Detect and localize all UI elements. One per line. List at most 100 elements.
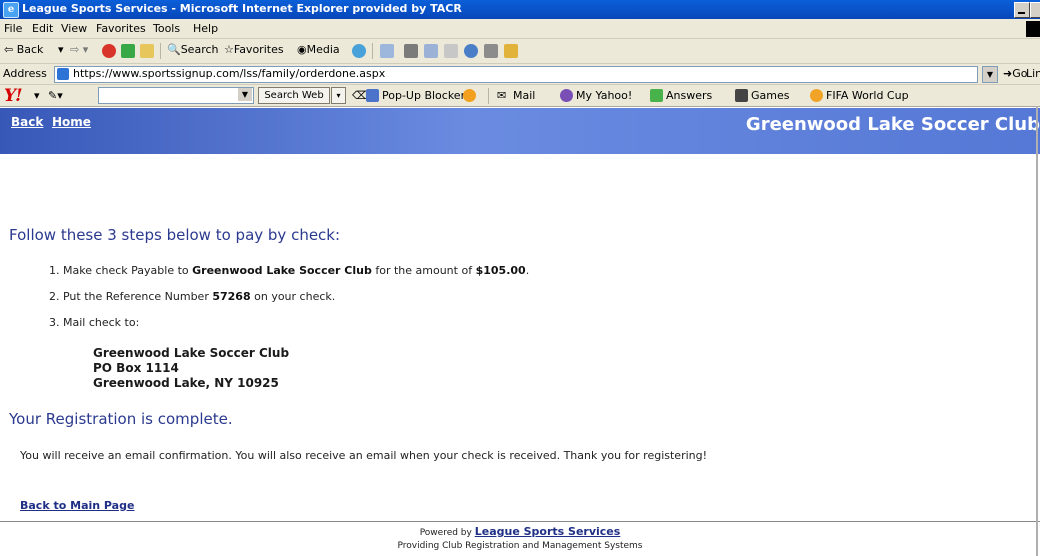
menu-bar: File Edit View Favorites Tools Help — [0, 19, 1040, 39]
step-1-text: 1. Make check Payable to — [49, 264, 193, 277]
links-button[interactable]: Lin — [1026, 67, 1040, 80]
search-label: Search — [180, 43, 219, 56]
toolbar-separator — [372, 43, 373, 59]
address-dropdown-icon[interactable]: ▼ — [982, 66, 998, 83]
discuss-icon[interactable] — [444, 44, 458, 58]
games-button[interactable]: Games — [751, 89, 789, 102]
payee-name: Greenwood Lake Soccer Club — [192, 264, 372, 277]
mail-envelope-icon: ✉ — [497, 89, 507, 102]
windows-logo-box — [1026, 21, 1040, 37]
print-icon[interactable] — [404, 44, 418, 58]
refresh-icon[interactable] — [121, 44, 135, 58]
back-button[interactable]: ⇦ Back — [4, 43, 43, 56]
back-to-main-link[interactable]: Back to Main Page — [20, 499, 134, 512]
header-back-link[interactable]: Back — [11, 115, 43, 129]
go-arrow-icon: ➜ — [1003, 67, 1013, 80]
fifa-world-cup-button[interactable]: FIFA World Cup — [826, 89, 909, 102]
footer-divider — [0, 521, 1040, 522]
amount-due: $105.00 — [475, 264, 526, 277]
standard-toolbar: ⇦ Back ▾ ⇨ ▾ 🔍Search ☆Favorites ◉Media — [0, 39, 1040, 64]
media-label: Media — [306, 43, 340, 56]
mail-icon[interactable] — [380, 44, 394, 58]
media-icon: ◉ — [297, 43, 307, 56]
my-yahoo-icon — [560, 89, 573, 102]
popup-blocker-button[interactable]: Pop-Up Blocker — [382, 89, 465, 102]
home-icon[interactable] — [140, 44, 154, 58]
yahoo-search-input[interactable] — [98, 87, 254, 104]
go-button[interactable]: ➜Go — [1003, 67, 1027, 80]
history-icon[interactable] — [352, 44, 366, 58]
providing-tagline: Providing Club Registration and Manageme… — [397, 541, 643, 551]
search-web-button[interactable]: Search Web — [258, 87, 330, 104]
menu-file[interactable]: File — [4, 22, 22, 35]
back-arrow-icon: ⇦ — [4, 43, 14, 56]
address-line-1: Greenwood Lake Soccer Club — [93, 346, 290, 360]
league-sports-services-link[interactable]: League Sports Services — [475, 525, 621, 538]
address-bar: Address https://www.sportssignup.com/lss… — [0, 64, 1040, 85]
step-2-end: on your check. — [250, 290, 336, 303]
answers-button[interactable]: Answers — [666, 89, 712, 102]
address-input[interactable]: https://www.sportssignup.com/lss/family/… — [54, 66, 978, 83]
club-name: Greenwood Lake Soccer Club — [745, 114, 1040, 135]
yahoo-toolbar: Y! ▾ ✎▾ ▼ Search Web ▾ ⌫ Pop-Up Blocker … — [0, 85, 1040, 107]
registration-complete-heading: Your Registration is complete. — [9, 410, 233, 428]
step-2: 2. Put the Reference Number 57268 on you… — [49, 290, 335, 303]
menu-tools[interactable]: Tools — [153, 22, 180, 35]
edit-icon[interactable] — [424, 44, 438, 58]
header-home-link[interactable]: Home — [52, 115, 91, 129]
search-history-dropdown-icon[interactable]: ▼ — [238, 88, 252, 101]
forward-button[interactable]: ⇨ ▾ — [70, 43, 88, 56]
toolbar-separator — [160, 43, 161, 59]
stop-icon[interactable] — [102, 44, 116, 58]
address-line-3: Greenwood Lake, NY 10925 — [93, 376, 279, 390]
my-yahoo-button[interactable]: My Yahoo! — [576, 89, 632, 102]
yahoo-logo-icon[interactable]: Y! — [4, 86, 23, 106]
window-title-bar: e League Sports Services - Microsoft Int… — [0, 0, 1040, 19]
ie-icon: e — [3, 2, 19, 18]
step-1-end: . — [525, 264, 530, 277]
page-icon — [57, 68, 69, 80]
powered-by-text: Powered by — [419, 528, 475, 538]
search-web-dropdown-icon[interactable]: ▾ — [331, 87, 346, 104]
menu-help[interactable]: Help — [193, 22, 218, 35]
pencil-icon[interactable]: ✎▾ — [48, 89, 63, 102]
maximize-button[interactable] — [1030, 2, 1040, 18]
favorites-icon: ☆ — [224, 43, 234, 56]
favorites-label: Favorites — [233, 43, 284, 56]
research-icon[interactable] — [464, 44, 478, 58]
back-label: Back — [16, 43, 44, 56]
address-line-2: PO Box 1114 — [93, 361, 179, 375]
powered-by-line: Powered by League Sports Services — [0, 525, 1040, 538]
favorites-button[interactable]: ☆Favorites — [224, 43, 284, 56]
steps-heading: Follow these 3 steps below to pay by che… — [9, 226, 341, 244]
yahoo-dropdown-icon[interactable]: ▾ — [34, 89, 40, 102]
toolbar-separator — [488, 88, 489, 104]
popup-blocker-icon — [366, 89, 379, 102]
step-1-mid: for the amount of — [371, 264, 476, 277]
search-button[interactable]: 🔍Search — [167, 43, 219, 56]
confirmation-message: You will receive an email confirmation. … — [20, 449, 708, 462]
tool-icon[interactable] — [504, 44, 518, 58]
answers-icon — [650, 89, 663, 102]
menu-view[interactable]: View — [61, 22, 87, 35]
step-3: 3. Mail check to: — [49, 316, 140, 329]
fifa-icon — [810, 89, 823, 102]
address-url[interactable]: https://www.sportssignup.com/lss/family/… — [73, 67, 385, 80]
messenger-icon[interactable] — [484, 44, 498, 58]
mailing-address: Greenwood Lake Soccer Club PO Box 1114 G… — [93, 346, 289, 391]
minimize-button[interactable] — [1014, 2, 1030, 18]
games-icon — [735, 89, 748, 102]
search-icon: 🔍 — [167, 43, 181, 56]
address-label: Address — [3, 67, 47, 80]
step-1: 1. Make check Payable to Greenwood Lake … — [49, 264, 529, 277]
reference-number: 57268 — [212, 290, 251, 303]
menu-edit[interactable]: Edit — [32, 22, 53, 35]
back-dropdown-icon[interactable]: ▾ — [58, 43, 64, 56]
step-2-text: 2. Put the Reference Number — [49, 290, 213, 303]
menu-favorites[interactable]: Favorites — [96, 22, 146, 35]
site-header-banner: Back Home Greenwood Lake Soccer Club — [0, 108, 1040, 154]
mail-button[interactable]: Mail — [513, 89, 535, 102]
target-icon[interactable] — [463, 89, 476, 102]
media-button[interactable]: ◉Media — [297, 43, 340, 56]
window-right-edge — [1036, 106, 1038, 556]
